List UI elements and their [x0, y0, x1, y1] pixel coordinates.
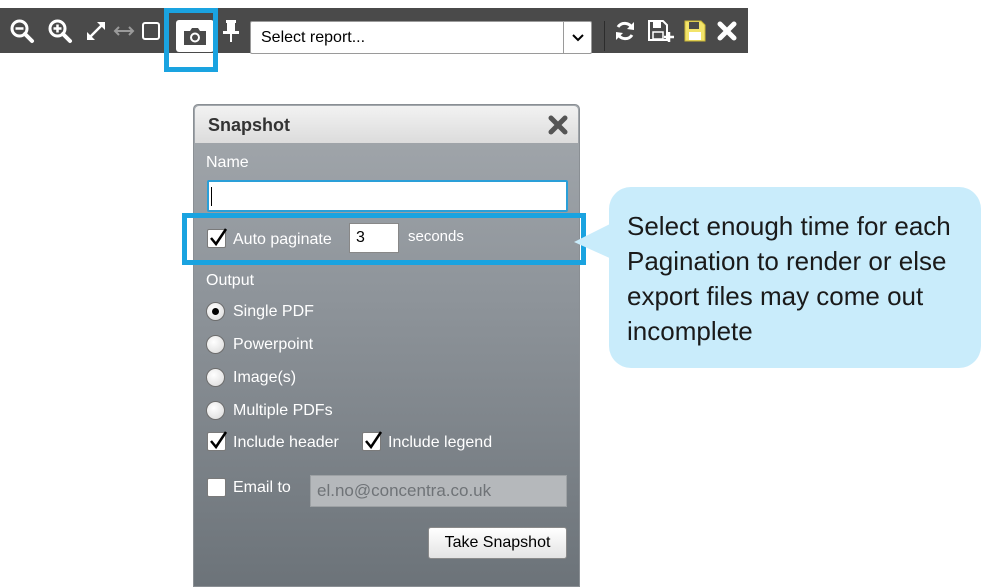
callout-text: Select enough time for each Pagination t… [627, 211, 951, 346]
snapshot-name-input[interactable] [207, 180, 568, 212]
camera-icon [184, 28, 206, 45]
save-as-icon[interactable] [644, 8, 676, 53]
chevron-down-icon[interactable] [563, 22, 591, 53]
option-multiple-pdfs-label: Multiple PDFs [233, 402, 333, 419]
output-label: Output [206, 272, 255, 289]
check-icon [365, 431, 383, 450]
fit-width-icon[interactable] [110, 8, 138, 53]
pin-icon[interactable] [218, 8, 244, 53]
include-header-checkbox[interactable] [207, 431, 228, 451]
check-icon [210, 228, 228, 247]
include-header-label: Include header [233, 434, 339, 451]
auto-paginate-checkbox[interactable] [207, 228, 228, 248]
email-to-label: Email to [233, 479, 291, 496]
fit-page-icon[interactable] [140, 8, 162, 53]
snapshot-panel-header: Snapshot [195, 106, 578, 143]
email-input[interactable] [310, 475, 567, 507]
option-single-pdf-label: Single PDF [233, 303, 314, 320]
snapshot-panel: Snapshot Name Auto paginate seconds Outp… [193, 104, 580, 587]
refresh-icon[interactable] [610, 8, 640, 53]
expand-icon[interactable] [82, 8, 110, 53]
report-select[interactable]: Select report... [250, 21, 592, 54]
auto-paginate-label: Auto paginate [233, 231, 332, 248]
close-icon[interactable] [712, 8, 742, 53]
text-cursor [211, 187, 212, 206]
toolbar-divider [604, 21, 605, 51]
email-to-checkbox[interactable] [207, 478, 226, 497]
radio-powerpoint[interactable] [206, 335, 225, 354]
callout-pointer [574, 222, 614, 260]
zoom-out-icon[interactable] [6, 8, 38, 53]
include-legend-checkbox[interactable] [362, 431, 383, 451]
option-powerpoint-label: Powerpoint [233, 336, 314, 353]
zoom-in-icon[interactable] [44, 8, 76, 53]
report-toolbar: Select report... [0, 8, 748, 72]
paginate-seconds-input[interactable] [349, 223, 399, 253]
include-legend-label: Include legend [388, 434, 493, 451]
report-select-value: Select report... [261, 29, 366, 46]
callout-box: Select enough time for each Pagination t… [609, 187, 981, 368]
close-panel-icon[interactable] [548, 115, 568, 135]
radio-single-pdf[interactable] [206, 302, 225, 321]
take-snapshot-button[interactable]: Take Snapshot [428, 527, 567, 559]
panel-title: Snapshot [208, 115, 291, 135]
radio-selected-dot [212, 308, 219, 315]
snapshot-button[interactable] [176, 20, 214, 52]
radio-multiple-pdfs[interactable] [206, 401, 225, 420]
check-icon [210, 431, 228, 450]
save-icon[interactable] [680, 8, 710, 53]
name-label: Name [206, 154, 249, 171]
radio-images[interactable] [206, 368, 225, 387]
option-images-label: Image(s) [233, 369, 297, 386]
seconds-label: seconds [408, 228, 464, 245]
